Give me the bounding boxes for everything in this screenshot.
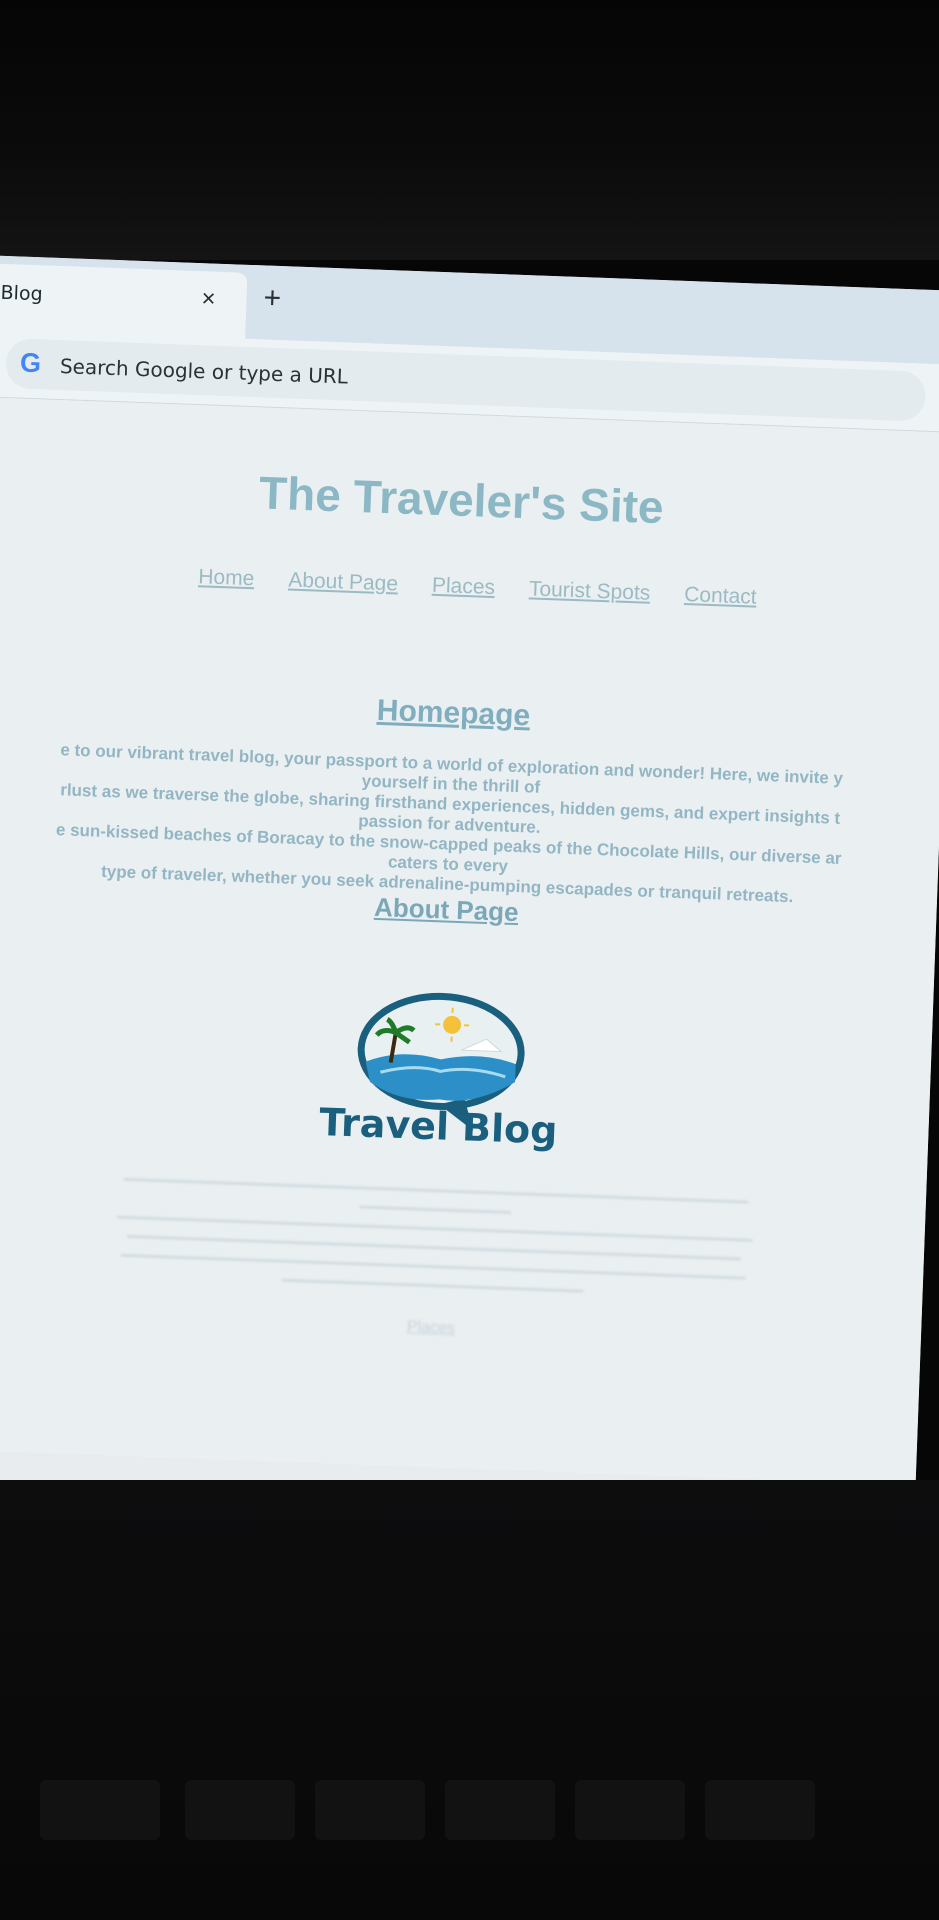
- homepage-heading[interactable]: Homepage: [0, 679, 939, 749]
- nav-home[interactable]: Home: [198, 565, 255, 591]
- keyboard-key: [445, 1780, 555, 1840]
- about-paragraph: ▁▁▁▁▁▁▁▁▁▁▁▁▁▁▁▁▁▁▁▁▁▁▁▁▁▁▁▁▁▁▁▁▁▁▁▁▁▁▁▁…: [117, 1163, 753, 1292]
- google-icon: G: [19, 347, 42, 379]
- keyboard-key: [185, 1780, 295, 1840]
- tab-title: Blog: [0, 281, 44, 306]
- nav-contact[interactable]: Contact: [684, 583, 757, 610]
- keyboard-key: [40, 1780, 160, 1840]
- main-nav: Home About Page Places Tourist Spots Con…: [198, 565, 757, 609]
- nav-about[interactable]: About Page: [288, 569, 399, 597]
- web-page: The Traveler's Site Home About Page Plac…: [0, 396, 939, 1533]
- plus-icon[interactable]: +: [263, 281, 282, 316]
- keyboard-key: [705, 1780, 815, 1840]
- background-top: [0, 0, 939, 260]
- address-placeholder[interactable]: Search Google or type a URL: [60, 354, 349, 389]
- close-icon[interactable]: ×: [201, 285, 216, 313]
- keyboard-key: [315, 1780, 425, 1840]
- keyboard-key: [575, 1780, 685, 1840]
- nav-tourist-spots[interactable]: Tourist Spots: [529, 577, 651, 605]
- browser-tab[interactable]: Blog ×: [0, 262, 248, 339]
- places-link[interactable]: Places: [0, 1301, 921, 1355]
- monitor-screen: Blog × + G Search Google or type a URL T…: [0, 255, 939, 1536]
- background-keyboard: [0, 1480, 939, 1920]
- site-title: The Traveler's Site: [258, 466, 665, 534]
- nav-places[interactable]: Places: [432, 574, 496, 600]
